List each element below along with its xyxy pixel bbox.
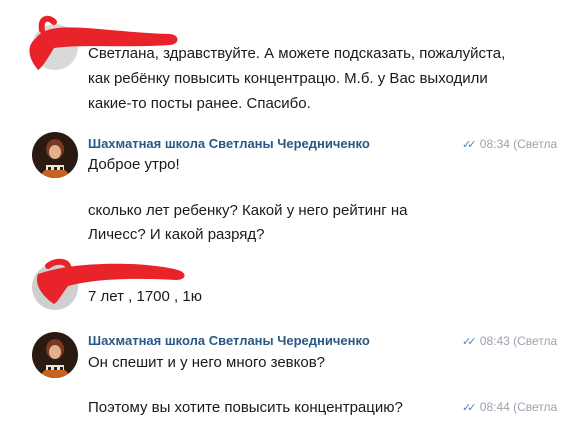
message-text-line: Поэтому вы хотите повысить концентрацию? xyxy=(88,399,403,416)
message-text-line: Светлана, здравствуйте. А можете подсказ… xyxy=(88,45,506,62)
message-text-line: сколько лет ребенку? Какой у него рейтин… xyxy=(88,202,408,219)
message-text-line: Он спешит и у него много зевков? xyxy=(88,354,326,371)
sender-name[interactable]: Шахматная школа Светланы Чередниченко xyxy=(88,333,370,348)
redaction-mark xyxy=(29,15,178,70)
chess-school-avatar[interactable] xyxy=(32,132,78,178)
message-text-line: Личесс? И какой разряд? xyxy=(88,226,265,243)
message-time[interactable]: ✓✓ 08:43 (Светла xyxy=(462,334,557,348)
double-check-icon: ✓✓ xyxy=(462,402,477,414)
double-check-icon: ✓✓ xyxy=(462,336,477,348)
message-2: Шахматная школа Светланы Чередниченко ✓✓… xyxy=(0,120,564,250)
message-text-line: какие-то посты ранее. Спасибо. xyxy=(88,95,311,112)
chess-school-avatar[interactable] xyxy=(32,332,78,378)
double-check-icon: ✓✓ xyxy=(462,139,477,151)
message-4: Шахматная школа Светланы Чередниченко ✓✓… xyxy=(0,320,564,433)
message-time[interactable]: ✓✓ 08:34 (Светла xyxy=(462,137,557,151)
message-text-line: 7 лет , 1700 , 1ю xyxy=(88,288,202,305)
message-3: 7 лет , 1700 , 1ю xyxy=(0,250,564,320)
sender-name[interactable]: Шахматная школа Светланы Чередниченко xyxy=(88,136,370,151)
message-text-line: как ребёнку повысить концентрацю. М.б. у… xyxy=(88,70,488,87)
message-1: Светлана, здравствуйте. А можете подсказ… xyxy=(0,0,564,120)
message-time[interactable]: ✓✓ 08:44 (Светла xyxy=(462,400,557,414)
message-text-line: Доброе утро! xyxy=(88,156,180,173)
